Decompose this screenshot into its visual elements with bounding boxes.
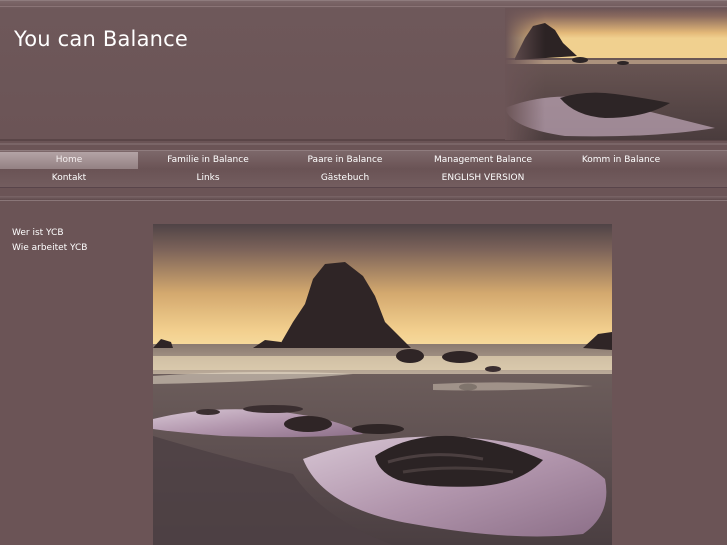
nav-item-links[interactable]: Links <box>139 170 277 187</box>
sidebar: Wer ist YCB Wie arbeitet YCB <box>12 226 132 256</box>
nav-row-2: Kontakt Links Gästebuch ENGLISH VERSION <box>0 170 727 188</box>
nav-item-gaestebuch[interactable]: Gästebuch <box>276 170 414 187</box>
page: You can Balance Home Familie in Balance … <box>0 0 727 545</box>
nav-item-komm[interactable]: Komm in Balance <box>552 152 690 169</box>
site-title[interactable]: You can Balance <box>14 27 188 51</box>
sidebar-item-wie-arbeitet-ycb[interactable]: Wie arbeitet YCB <box>12 241 132 256</box>
header: You can Balance <box>0 0 727 141</box>
nav-item-english[interactable]: ENGLISH VERSION <box>414 170 552 187</box>
beach-rock-sunset-image <box>505 8 727 140</box>
nav-item-management[interactable]: Management Balance <box>414 152 552 169</box>
nav-bottom-divider <box>0 196 727 201</box>
nav-top-divider <box>0 143 727 145</box>
beach-rock-sunset-image <box>153 224 612 545</box>
nav-item-paare[interactable]: Paare in Balance <box>276 152 414 169</box>
header-hairline <box>0 6 727 7</box>
nav-item-home[interactable]: Home <box>0 152 138 169</box>
header-photo <box>505 8 727 140</box>
sidebar-item-wer-ist-ycb[interactable]: Wer ist YCB <box>12 226 132 241</box>
nav-item-familie[interactable]: Familie in Balance <box>139 152 277 169</box>
main-nav: Home Familie in Balance Paare in Balance… <box>0 150 727 188</box>
main-photo <box>153 224 612 545</box>
nav-row-1: Home Familie in Balance Paare in Balance… <box>0 152 727 170</box>
nav-item-kontakt[interactable]: Kontakt <box>0 170 138 187</box>
